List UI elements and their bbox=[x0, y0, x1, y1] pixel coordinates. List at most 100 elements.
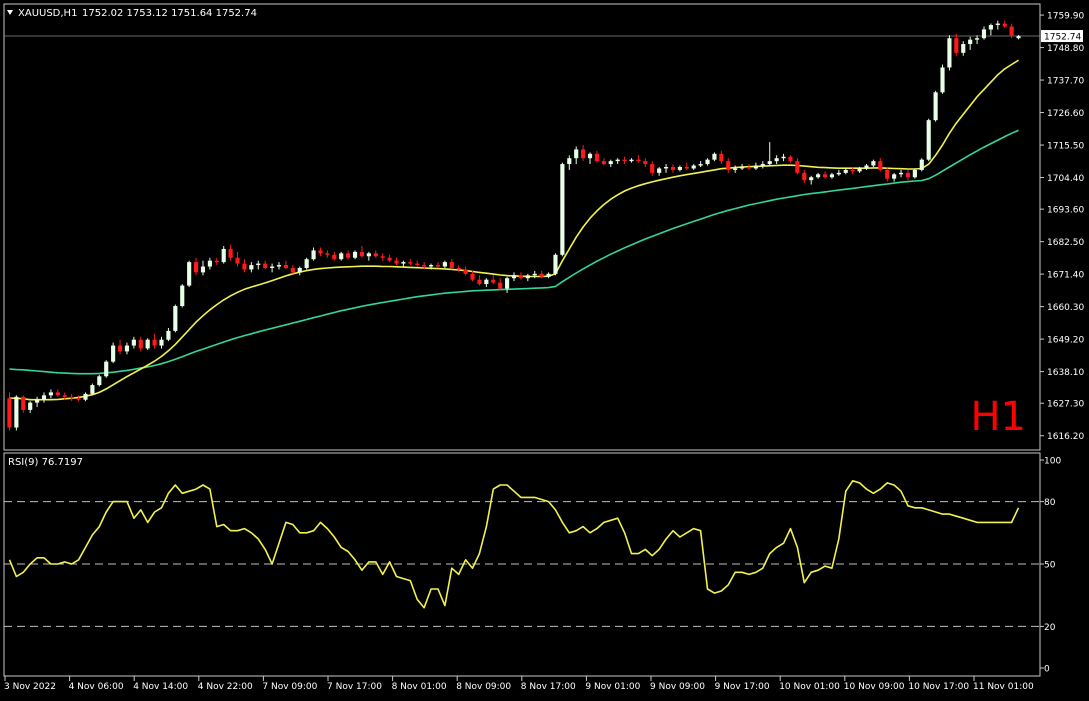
candle-body bbox=[346, 253, 351, 258]
time-tick-label: 8 Nov 17:00 bbox=[521, 682, 576, 692]
candle-body bbox=[947, 38, 952, 68]
candle-body bbox=[518, 275, 523, 279]
candle-body bbox=[69, 396, 74, 399]
candle-body bbox=[940, 67, 945, 93]
time-tick-label: 7 Nov 17:00 bbox=[327, 682, 382, 692]
candle-body bbox=[822, 174, 828, 178]
candle-body bbox=[14, 396, 19, 428]
candle-body bbox=[442, 262, 447, 267]
candle-body bbox=[753, 165, 758, 169]
candle-body bbox=[484, 279, 489, 285]
candle-body bbox=[138, 339, 143, 349]
candle-body bbox=[898, 172, 904, 175]
candle-body bbox=[180, 285, 185, 307]
time-tick-label: 10 Nov 01:00 bbox=[779, 682, 840, 692]
candle-body bbox=[435, 265, 441, 267]
candle-body bbox=[968, 39, 973, 45]
candle-body bbox=[629, 159, 634, 162]
candle-body bbox=[7, 398, 12, 428]
candle-body bbox=[422, 265, 427, 267]
time-tick-label: 4 Nov 14:00 bbox=[133, 682, 188, 692]
candle-body bbox=[587, 153, 593, 159]
candle-body bbox=[892, 174, 897, 179]
candle-body bbox=[270, 266, 275, 268]
candle-body bbox=[325, 253, 330, 255]
candle-body bbox=[235, 257, 240, 264]
candle-body bbox=[242, 263, 247, 270]
candle-body bbox=[1002, 23, 1007, 27]
time-tick-label: 7 Nov 09:00 bbox=[262, 682, 317, 692]
candle-body bbox=[456, 267, 461, 270]
price-tick-label: 1627.30 bbox=[1047, 400, 1084, 410]
current-price-tag-label: 1752.74 bbox=[1044, 33, 1081, 43]
price-tick-label: 1726.60 bbox=[1047, 109, 1084, 119]
candle-body bbox=[850, 169, 855, 172]
candle-body bbox=[836, 172, 841, 175]
candle-body bbox=[601, 161, 606, 165]
candle-body bbox=[843, 169, 848, 173]
candle-body bbox=[546, 273, 551, 277]
time-tick-label: 3 Nov 2022 bbox=[4, 682, 56, 692]
time-tick-label: 10 Nov 17:00 bbox=[908, 682, 969, 692]
candle-body bbox=[214, 260, 219, 263]
candle-body bbox=[97, 376, 102, 386]
rsi-tick-label: 100 bbox=[1044, 457, 1061, 467]
candle-body bbox=[463, 269, 468, 274]
candle-body bbox=[380, 256, 385, 258]
candle-body bbox=[905, 172, 911, 178]
candle-body bbox=[857, 168, 862, 172]
candle-body bbox=[401, 262, 406, 264]
time-tick-label: 8 Nov 09:00 bbox=[456, 682, 511, 692]
price-tick-label: 1660.30 bbox=[1047, 303, 1084, 313]
candle-body bbox=[912, 169, 917, 178]
candle-body bbox=[795, 161, 800, 173]
candle-body bbox=[581, 149, 586, 159]
candle-body bbox=[505, 278, 510, 289]
candle-body bbox=[297, 267, 302, 273]
candle-body bbox=[200, 266, 206, 273]
candle-body bbox=[740, 166, 745, 169]
rsi-label: RSI(9) 76.7197 bbox=[8, 457, 83, 468]
candle-body bbox=[394, 260, 399, 264]
candle-body bbox=[415, 263, 420, 266]
candle-body bbox=[864, 165, 869, 169]
time-tick-label: 10 Nov 09:00 bbox=[844, 682, 905, 692]
candle-body bbox=[933, 92, 938, 121]
candle-body bbox=[498, 282, 503, 289]
candle-body bbox=[809, 177, 814, 181]
candle-body bbox=[249, 265, 254, 270]
candle-body bbox=[228, 248, 233, 258]
candle-body bbox=[670, 166, 676, 170]
candle-body bbox=[733, 168, 738, 170]
candle-body bbox=[318, 250, 323, 254]
candle-body bbox=[62, 395, 67, 397]
candle-body bbox=[124, 345, 130, 352]
candle-body bbox=[954, 38, 959, 53]
candle-body bbox=[726, 161, 731, 170]
candle-body bbox=[622, 159, 627, 162]
candle-body bbox=[221, 248, 226, 263]
candle-body bbox=[491, 279, 496, 283]
candle-body bbox=[788, 156, 793, 162]
time-tick-label: 8 Nov 01:00 bbox=[392, 682, 447, 692]
candle-body bbox=[311, 250, 316, 260]
candle-body bbox=[83, 393, 88, 400]
candle-body bbox=[698, 164, 703, 166]
candle-body bbox=[48, 392, 53, 396]
candle-body bbox=[207, 260, 212, 267]
candle-body bbox=[636, 159, 641, 162]
candle-body bbox=[76, 398, 81, 400]
candle-body bbox=[1009, 26, 1014, 36]
candle-body bbox=[28, 402, 33, 410]
candle-body bbox=[878, 161, 883, 170]
candle-body bbox=[802, 172, 807, 181]
candle-body bbox=[173, 306, 178, 331]
time-tick-label: 9 Nov 17:00 bbox=[715, 682, 770, 692]
candle-body bbox=[560, 164, 565, 255]
candle-body bbox=[657, 168, 662, 173]
candle-body bbox=[41, 395, 47, 400]
candle-body bbox=[746, 166, 752, 169]
candle-body bbox=[387, 257, 392, 261]
candle-body bbox=[263, 263, 268, 268]
candle-body bbox=[166, 330, 171, 340]
